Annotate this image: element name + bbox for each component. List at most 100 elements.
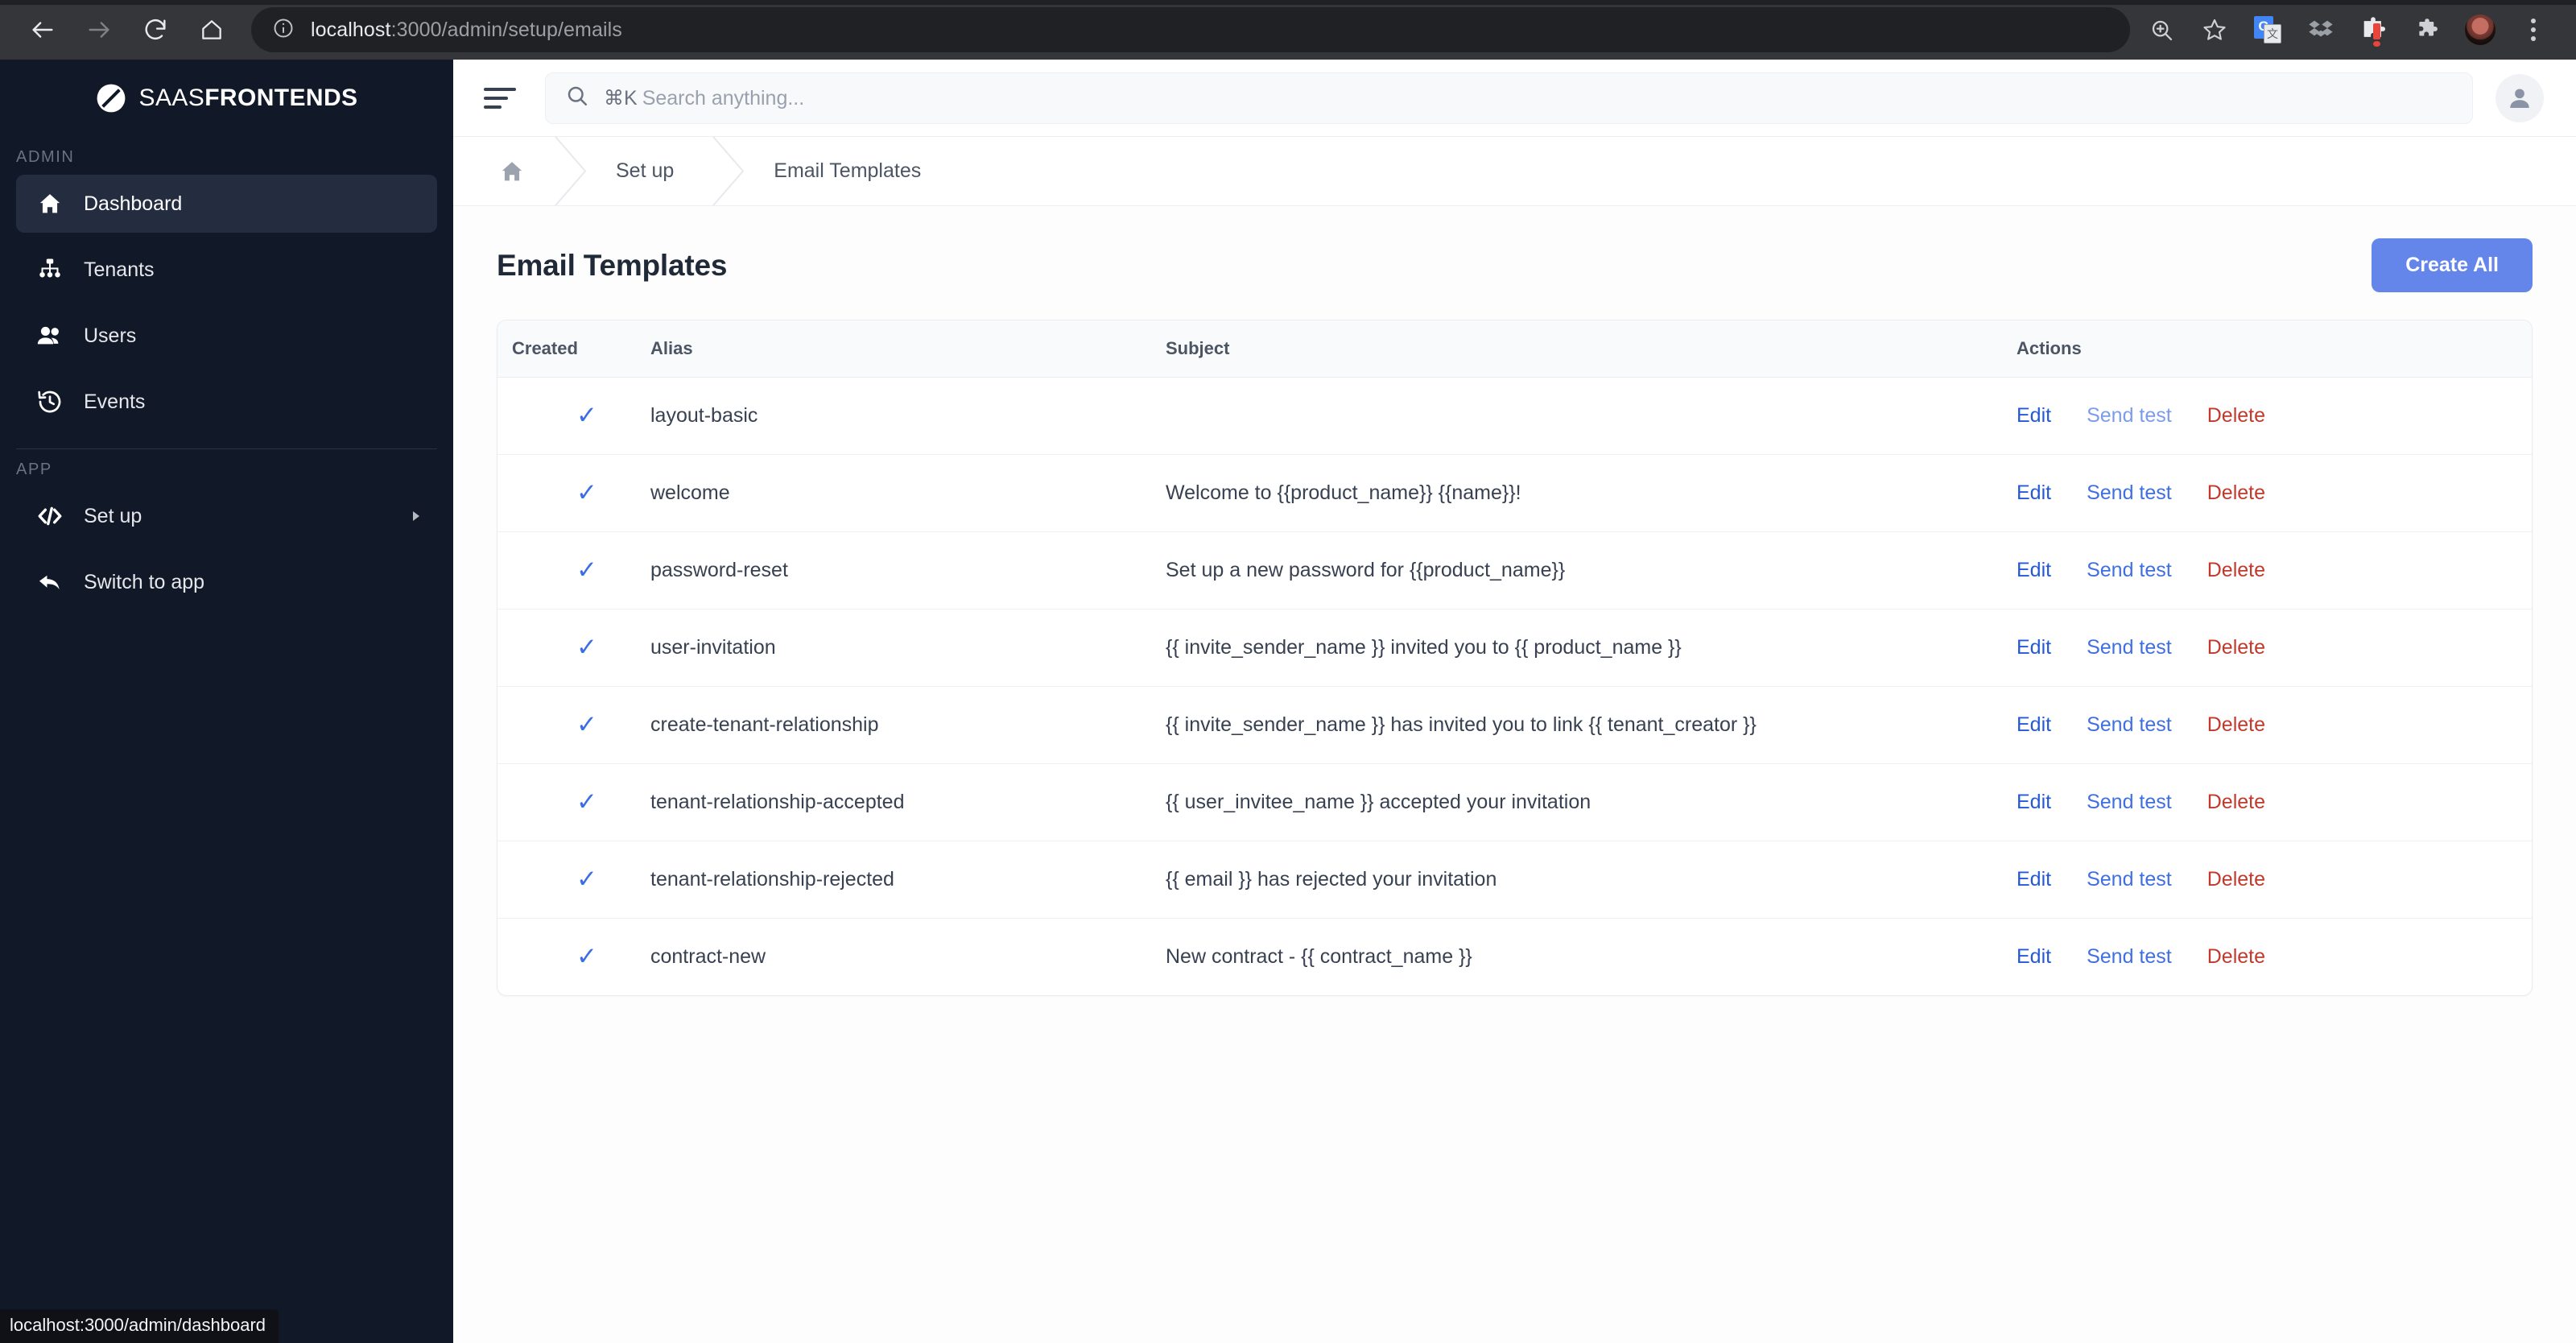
- reply-arrow-icon: [31, 568, 69, 596]
- cell-alias: tenant-relationship-rejected: [650, 841, 1166, 919]
- send-test-link[interactable]: Send test: [2087, 404, 2172, 427]
- browser-menu-button[interactable]: [2508, 5, 2558, 55]
- search-shortcut-hint: ⌘K: [604, 86, 638, 110]
- history-clock-icon: [31, 388, 69, 415]
- edit-link[interactable]: Edit: [2017, 713, 2051, 736]
- edit-link[interactable]: Edit: [2017, 868, 2051, 891]
- sidebar-item-events[interactable]: Events: [16, 373, 437, 431]
- hamburger-menu-icon[interactable]: [484, 79, 522, 118]
- sidebar-item-label: Switch to app: [84, 570, 205, 593]
- sidebar-item-tenants[interactable]: Tenants: [16, 241, 437, 299]
- brand-name: SAASFRONTENDS: [139, 85, 358, 112]
- sidebar-item-label: Events: [84, 390, 146, 413]
- breadcrumb: Set up Email Templates: [453, 137, 2576, 206]
- saasfrontends-logo-icon: [97, 84, 125, 113]
- delete-link[interactable]: Delete: [2207, 636, 2265, 659]
- browser-kebab-menu-icon: [2531, 19, 2536, 41]
- send-test-link[interactable]: Send test: [2087, 945, 2172, 968]
- delete-link[interactable]: Delete: [2207, 713, 2265, 736]
- site-info-icon[interactable]: [272, 17, 295, 43]
- cell-actions: Edit Send test Delete: [2017, 841, 2532, 919]
- table-body: ✓ layout-basic Edit Send test Delete ✓ welcome…: [497, 377, 2532, 996]
- cell-alias: welcome: [650, 454, 1166, 532]
- cell-actions: Edit Send test Delete: [2017, 609, 2532, 687]
- breadcrumb-separator: [550, 137, 592, 205]
- brand[interactable]: SAASFRONTENDS: [0, 60, 453, 137]
- home-icon: [31, 190, 69, 217]
- sidebar-item-label: Users: [84, 324, 137, 347]
- user-avatar-icon: [2510, 88, 2529, 108]
- alert-extension-button[interactable]: [2349, 5, 2399, 55]
- edit-link[interactable]: Edit: [2017, 404, 2051, 427]
- cell-subject: {{ invite_sender_name }} has invited you…: [1166, 686, 2017, 764]
- translate-letter-cjk: 文: [2264, 24, 2281, 43]
- search-input[interactable]: ⌘K Search anything...: [545, 72, 2473, 124]
- column-header-created: Created: [497, 320, 650, 378]
- send-test-link[interactable]: Send test: [2087, 713, 2172, 736]
- home-button[interactable]: [187, 5, 237, 55]
- cell-actions: Edit Send test Delete: [2017, 686, 2532, 764]
- delete-link[interactable]: Delete: [2207, 791, 2265, 813]
- dropbox-extension-button[interactable]: [2296, 5, 2346, 55]
- delete-link[interactable]: Delete: [2207, 481, 2265, 504]
- forward-button[interactable]: [74, 5, 124, 55]
- back-button[interactable]: [18, 5, 68, 55]
- breadcrumb-item-setup[interactable]: Set up: [592, 137, 708, 205]
- cell-subject: {{ user_invitee_name }} accepted your in…: [1166, 763, 2017, 841]
- delete-link[interactable]: Delete: [2207, 945, 2265, 968]
- sidebar-item-switch-to-app[interactable]: Switch to app: [16, 553, 437, 611]
- edit-link[interactable]: Edit: [2017, 636, 2051, 659]
- send-test-link[interactable]: Send test: [2087, 868, 2172, 891]
- created-check-icon: ✓: [576, 787, 597, 816]
- send-test-link[interactable]: Send test: [2087, 481, 2172, 504]
- user-avatar-button[interactable]: [2496, 73, 2544, 122]
- breadcrumb-label: Email Templates: [774, 159, 922, 182]
- breadcrumb-label: Set up: [616, 159, 675, 182]
- breadcrumb-home[interactable]: [485, 137, 550, 205]
- send-test-link[interactable]: Send test: [2087, 791, 2172, 813]
- table-row: ✓ password-reset Set up a new password for…: [497, 531, 2532, 610]
- search-icon: [565, 84, 589, 112]
- breadcrumb-item-email-templates[interactable]: Email Templates: [749, 137, 955, 205]
- created-check-icon: ✓: [576, 478, 597, 506]
- extensions-button[interactable]: [2402, 5, 2452, 55]
- browser-profile-button[interactable]: [2455, 5, 2505, 55]
- delete-link[interactable]: Delete: [2207, 404, 2265, 427]
- chevron-right-icon: [410, 505, 423, 528]
- created-check-icon: ✓: [576, 556, 597, 584]
- app-root: SAASFRONTENDS ADMIN Dashboard Tenants Us…: [0, 60, 2576, 1343]
- zoom-in-button[interactable]: [2136, 5, 2186, 55]
- cell-alias: contract-new: [650, 945, 766, 968]
- cell-actions: Edit Send test Delete: [2017, 531, 2532, 610]
- status-bar: localhost:3000/admin/dashboard: [0, 1309, 279, 1343]
- table-row: ✓ welcome Welcome to {{product_name}} {{na…: [497, 454, 2532, 532]
- sidebar-item-set-up[interactable]: Set up: [16, 487, 437, 545]
- edit-link[interactable]: Edit: [2017, 481, 2051, 504]
- google-translate-extension-button[interactable]: G 文: [2243, 5, 2293, 55]
- browser-toolbar-icons: G 文: [2136, 5, 2558, 55]
- delete-link[interactable]: Delete: [2207, 559, 2265, 581]
- sidebar-item-label: Dashboard: [84, 192, 183, 215]
- sidebar-item-label: Set up: [84, 504, 142, 527]
- reload-button[interactable]: [130, 5, 180, 55]
- sidebar-item-users[interactable]: Users: [16, 307, 437, 365]
- address-bar[interactable]: localhost:3000/admin/setup/emails: [251, 7, 2130, 52]
- send-test-link[interactable]: Send test: [2087, 559, 2172, 581]
- edit-link[interactable]: Edit: [2017, 791, 2051, 813]
- cell-created: ✓: [497, 763, 650, 841]
- send-test-link[interactable]: Send test: [2087, 636, 2172, 659]
- sidebar-item-dashboard[interactable]: Dashboard: [16, 175, 437, 233]
- table-row: ✓ create-tenant-relationship{{ invite_sen…: [497, 686, 2532, 764]
- cell-created: ✓: [497, 531, 650, 610]
- bookmark-button[interactable]: [2190, 5, 2240, 55]
- create-all-button[interactable]: Create All: [2372, 238, 2533, 292]
- edit-link[interactable]: Edit: [2017, 559, 2051, 581]
- url-text: localhost:3000/admin/setup/emails: [311, 19, 622, 42]
- edit-link[interactable]: Edit: [2017, 945, 2051, 968]
- delete-link[interactable]: Delete: [2207, 868, 2265, 891]
- created-check-icon: ✓: [576, 401, 597, 429]
- sidebar-section-label-admin: ADMIN: [16, 148, 75, 166]
